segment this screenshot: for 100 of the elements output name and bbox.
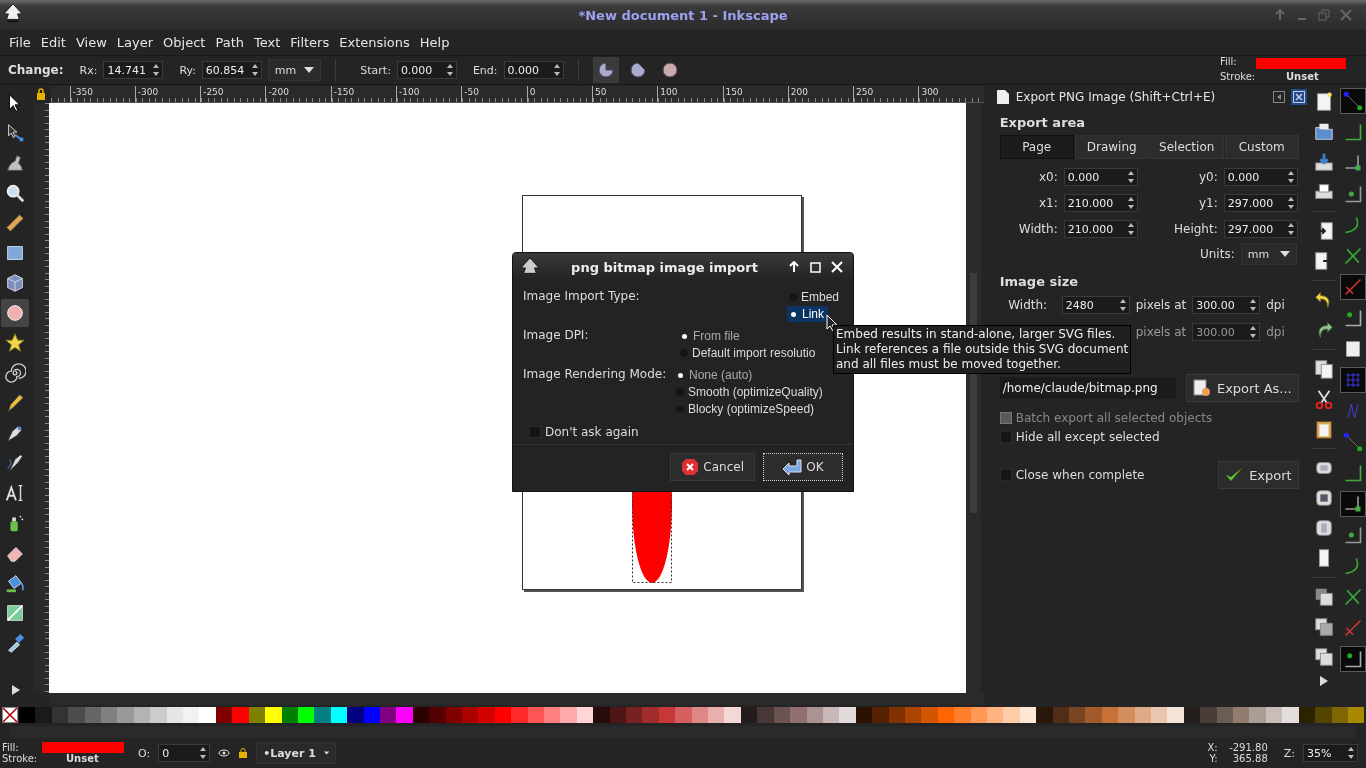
option-label: Image DPI:	[523, 328, 590, 344]
coordinate-label: Width:	[1017, 222, 1058, 236]
export-as-button[interactable]: Export As...	[1185, 374, 1299, 402]
menu-item[interactable]: Object	[158, 35, 211, 50]
tooltip-text: Embed results in stand-alone, larger SVG files.	[836, 327, 1117, 342]
export-area-tab[interactable]: Custom	[1224, 135, 1299, 159]
radio-option[interactable]: From file	[678, 328, 744, 344]
coordinate-field[interactable]: 0.000	[1223, 168, 1298, 186]
unit-dropdown[interactable]: mm	[267, 59, 322, 81]
ruler-label: -100	[396, 86, 462, 102]
ruler-label: -300	[134, 86, 201, 102]
ruler-label: 200	[787, 86, 854, 102]
ruler-label: -50	[461, 86, 527, 102]
coordinate-label: x1:	[1037, 196, 1058, 210]
tooltip-text: Link references a file outside this SVG document	[836, 342, 1129, 357]
coordinate-label: x0:	[1037, 170, 1058, 184]
paint-label: Stroke:	[2, 753, 39, 764]
checkbox-label: Batch export all selected objects	[1015, 411, 1213, 425]
ok-button[interactable]: OK	[763, 453, 843, 481]
ry-field[interactable]: 60.854	[201, 61, 262, 79]
menu-item[interactable]: Filters	[285, 35, 335, 50]
ruler-label: 50	[591, 86, 658, 102]
ruler-label: 150	[722, 86, 788, 102]
menu-item[interactable]: Edit	[35, 35, 71, 50]
ruler-label: 250	[853, 86, 919, 102]
radio-option[interactable]: Smooth (optimizeQuality)	[674, 384, 827, 400]
ruler-label: -350	[69, 86, 135, 102]
ruler-label: -150	[330, 86, 397, 102]
export-area-tab[interactable]: Drawing	[1074, 135, 1149, 159]
section-heading: Export area	[999, 115, 1087, 130]
coordinate-field[interactable]: 297.000	[1223, 194, 1298, 212]
x-label: X:	[1206, 742, 1218, 753]
coordinate-field[interactable]: 210.000	[1063, 220, 1138, 238]
pixels-at-label: pixels at	[1135, 325, 1187, 339]
coordinate-field[interactable]: 297.000	[1223, 220, 1298, 238]
radio-option[interactable]: Link	[786, 306, 828, 322]
section-heading: Image size	[999, 274, 1080, 289]
radio-option[interactable]: Blocky (optimizeSpeed)	[674, 401, 819, 417]
units-dropdown[interactable]: mm	[1240, 243, 1297, 265]
dpi-field[interactable]: 300.00	[1192, 296, 1261, 314]
option-label: Image Import Type:	[523, 289, 640, 305]
radio-option[interactable]: None (auto)	[674, 367, 757, 383]
paint-value: Unset	[1285, 71, 1320, 82]
units-label: Units:	[1199, 247, 1235, 261]
start-label: Start:	[360, 63, 391, 77]
menu-item[interactable]: View	[70, 35, 112, 50]
radio-option[interactable]: Default import resolutio	[678, 345, 820, 361]
coordinate-label: Height:	[1173, 222, 1218, 236]
x-coordinate: -291.80	[1228, 742, 1268, 753]
y-coordinate: 365.88	[1231, 753, 1268, 764]
dialog-title: png bitmap image import	[570, 259, 759, 275]
paint-label: Fill:	[2, 742, 20, 753]
start-field[interactable]: 0.000	[396, 61, 457, 79]
menu-item[interactable]: Text	[248, 35, 286, 50]
export-area-tab[interactable]: Selection	[1149, 135, 1224, 159]
rx-field[interactable]: 14.741	[103, 61, 164, 79]
dpi-label: dpi	[1266, 298, 1285, 312]
ry-label: Ry:	[179, 63, 196, 77]
checkbox-label: Hide all except selected	[1015, 430, 1160, 444]
opacity-field[interactable]: 0	[158, 744, 211, 762]
checkbox-label: Close when complete	[1015, 468, 1145, 482]
zoom-field[interactable]: 35%	[1303, 744, 1358, 762]
cancel-button[interactable]: Cancel	[670, 453, 755, 481]
menu-item[interactable]: Path	[210, 35, 249, 50]
ruler-label: 0	[526, 86, 592, 102]
menu-item[interactable]: Extensions	[334, 35, 415, 50]
paint-label: Fill:	[1220, 56, 1238, 69]
radio-option[interactable]: Embed	[786, 289, 843, 305]
checkbox-label: Don't ask again	[545, 425, 639, 439]
change-label: Change:	[8, 63, 64, 77]
window-title: *New document 1 - Inkscape	[578, 7, 788, 23]
pixel-field[interactable]: 2480	[1061, 296, 1130, 314]
coordinate-field[interactable]: 0.000	[1063, 168, 1138, 186]
tooltip-text: and all files must be moved together.	[836, 357, 1062, 372]
zoom-label: Z:	[1283, 746, 1295, 760]
dpi-label: dpi	[1266, 325, 1285, 339]
paint-value: Unset	[65, 753, 100, 764]
rx-label: Rx:	[79, 63, 98, 77]
ruler-label: 300	[918, 86, 984, 102]
ruler-label: 100	[657, 86, 723, 102]
ruler-label: -200	[265, 86, 331, 102]
coordinate-label: y1:	[1197, 196, 1218, 210]
y-label: Y:	[1208, 753, 1218, 764]
export-area-tab[interactable]: Page	[999, 135, 1074, 159]
paint-label: Stroke:	[1220, 71, 1256, 82]
opacity-label: O:	[138, 746, 151, 760]
filename-field[interactable]: /home/claude/bitmap.png	[999, 377, 1176, 399]
size-label: Width:	[1007, 298, 1049, 312]
menu-item[interactable]: File	[4, 35, 36, 50]
ruler-label: -250	[200, 86, 266, 102]
export-button[interactable]: Export	[1218, 461, 1299, 489]
pixels-at-label: pixels at	[1135, 298, 1187, 312]
panel-title: Export PNG Image (Shift+Ctrl+E)	[1015, 90, 1217, 104]
end-field[interactable]: 0.000	[503, 61, 564, 79]
layer-dropdown[interactable]: •Layer 1	[256, 742, 337, 764]
menu-item[interactable]: Layer	[111, 35, 159, 50]
coordinate-field[interactable]: 210.000	[1063, 194, 1138, 212]
option-label: Image Rendering Mode:	[523, 367, 668, 383]
end-label: End:	[472, 63, 498, 77]
menu-item[interactable]: Help	[414, 35, 455, 50]
